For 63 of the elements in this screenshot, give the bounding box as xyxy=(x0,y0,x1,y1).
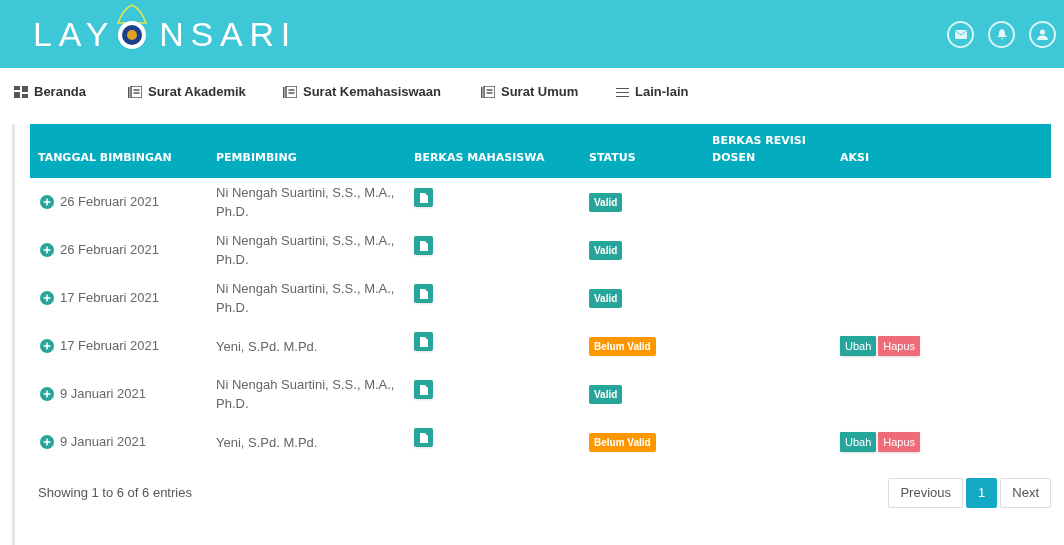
user-icon xyxy=(1037,28,1048,40)
bell-icon xyxy=(996,28,1007,40)
logo-text: NSARI xyxy=(159,13,298,55)
file-button[interactable] xyxy=(414,380,433,399)
file-icon xyxy=(419,288,428,299)
column-header: BERKAS MAHASISWA xyxy=(414,150,546,166)
file-button[interactable] xyxy=(414,188,433,207)
nav-link[interactable]: Surat Kemahasiswaan xyxy=(283,82,481,102)
table-cell-text: 26 Februari 2021 xyxy=(60,241,159,260)
table-cell-text: Ni Nengah Suartini, S.S., M.A., Ph.D. xyxy=(216,280,396,317)
table-cell-text: 9 Januari 2021 xyxy=(60,385,146,404)
pagination-button[interactable]: Previous xyxy=(888,478,964,508)
nav-link[interactable]: Surat Akademik xyxy=(128,82,283,102)
expand-icon[interactable] xyxy=(40,387,54,401)
logo-text: LAY xyxy=(33,13,116,55)
notification-button[interactable] xyxy=(988,20,1015,48)
expand-icon[interactable] xyxy=(40,195,54,209)
status-badge: Valid xyxy=(589,289,623,308)
table-cell-text: Yeni, S.Pd. M.Pd. xyxy=(216,433,319,452)
table-cell-text: 17 Februari 2021 xyxy=(60,337,159,356)
status-badge: Valid xyxy=(589,241,623,260)
file-icon xyxy=(419,432,428,443)
file-icon xyxy=(419,240,428,251)
expand-icon[interactable] xyxy=(40,243,54,257)
expand-icon[interactable] xyxy=(40,435,54,449)
table-cell-text: Ni Nengah Suartini, S.S., M.A., Ph.D. xyxy=(216,232,396,269)
table-cell-text: Ni Nengah Suartini, S.S., M.A., Ph.D. xyxy=(216,376,396,413)
nav-link[interactable]: Lain-lain xyxy=(616,82,726,102)
pagination-button[interactable]: Next xyxy=(1000,478,1051,508)
file-icon xyxy=(419,384,428,395)
status-badge: Valid xyxy=(589,385,623,404)
nav-link[interactable]: Beranda xyxy=(14,82,128,102)
document-icon xyxy=(283,86,297,98)
grid-icon xyxy=(14,86,28,98)
table-cell-text: Ni Nengah Suartini, S.S., M.A., Ph.D. xyxy=(216,184,396,221)
file-icon xyxy=(419,336,428,347)
mail-icon xyxy=(954,29,967,39)
table-cell-text: 17 Februari 2021 xyxy=(60,289,159,308)
document-icon xyxy=(481,86,495,98)
profile-button[interactable] xyxy=(1029,20,1056,48)
expand-icon[interactable] xyxy=(40,291,54,305)
status-badge: Valid xyxy=(589,193,623,212)
column-header: BERKAS REVISI DOSEN xyxy=(712,133,807,166)
table-cell-text: Yeni, S.Pd. M.Pd. xyxy=(216,337,319,356)
column-header: PEMBIMBING xyxy=(216,150,298,166)
file-button[interactable] xyxy=(414,428,433,447)
table-cell-text: 26 Februari 2021 xyxy=(60,193,159,212)
nav-link[interactable]: Surat Umum xyxy=(481,82,616,102)
table-cell-text: 9 Januari 2021 xyxy=(60,433,146,452)
mail-button[interactable] xyxy=(947,20,974,48)
status-badge: Belum Valid xyxy=(589,433,656,452)
column-header: STATUS xyxy=(589,150,637,166)
column-header: AKSI xyxy=(840,150,871,166)
file-button[interactable] xyxy=(414,236,433,255)
menu-icon xyxy=(616,87,629,97)
file-icon xyxy=(419,192,428,203)
document-icon xyxy=(128,86,142,98)
expand-icon[interactable] xyxy=(40,339,54,353)
table-info: Showing 1 to 6 of 6 entries xyxy=(37,484,192,503)
column-header: TANGGAL BIMBINGAN xyxy=(38,150,173,166)
file-button[interactable] xyxy=(414,332,433,351)
file-button[interactable] xyxy=(414,284,433,303)
status-badge: Belum Valid xyxy=(589,337,656,356)
